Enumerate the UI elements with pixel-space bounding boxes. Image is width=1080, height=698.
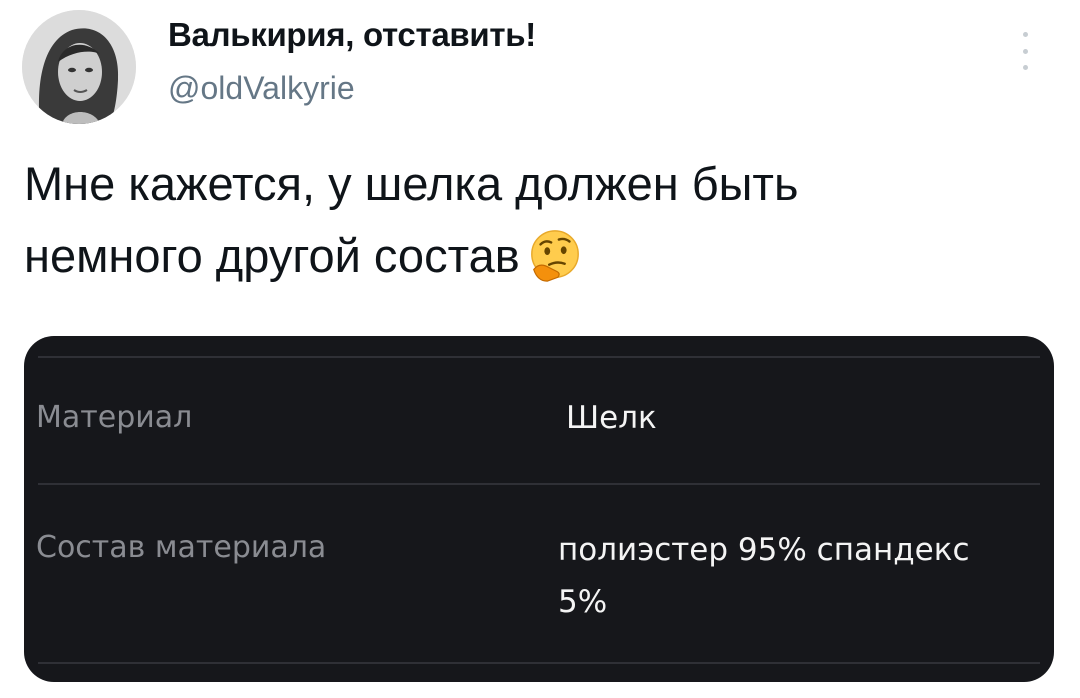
spec-label-material: Материал bbox=[36, 400, 193, 435]
spec-label-composition: Состав материала bbox=[36, 530, 327, 565]
more-dot bbox=[1022, 48, 1028, 54]
author-handle[interactable]: @oldValkyrie bbox=[168, 70, 355, 107]
tweet-text: Мне кажется, у шелка должен быть немного… bbox=[24, 148, 1024, 292]
card-divider bbox=[38, 662, 1040, 664]
card-divider bbox=[38, 356, 1040, 358]
card-divider bbox=[38, 483, 1040, 485]
more-options-icon[interactable] bbox=[1013, 28, 1037, 74]
spec-value-composition: полиэстер 95% спандекс 5% bbox=[558, 532, 970, 620]
more-dot bbox=[1022, 32, 1028, 37]
thinking-face-icon bbox=[526, 227, 584, 285]
author-name[interactable]: Валькирия, отставить! bbox=[168, 16, 536, 54]
tweet-text-line-2-text: немного другой состав bbox=[24, 229, 520, 282]
author-photo bbox=[22, 10, 136, 124]
product-spec-card: Материал Шелк Состав материала полиэстер… bbox=[24, 336, 1054, 682]
spec-value-material: Шелк bbox=[566, 400, 657, 436]
author-avatar[interactable] bbox=[22, 10, 136, 124]
tweet-text-line-2: немного другой состав bbox=[24, 220, 1024, 292]
tweet-text-line-1: Мне кажется, у шелка должен быть bbox=[24, 157, 799, 210]
more-dot bbox=[1022, 65, 1028, 70]
